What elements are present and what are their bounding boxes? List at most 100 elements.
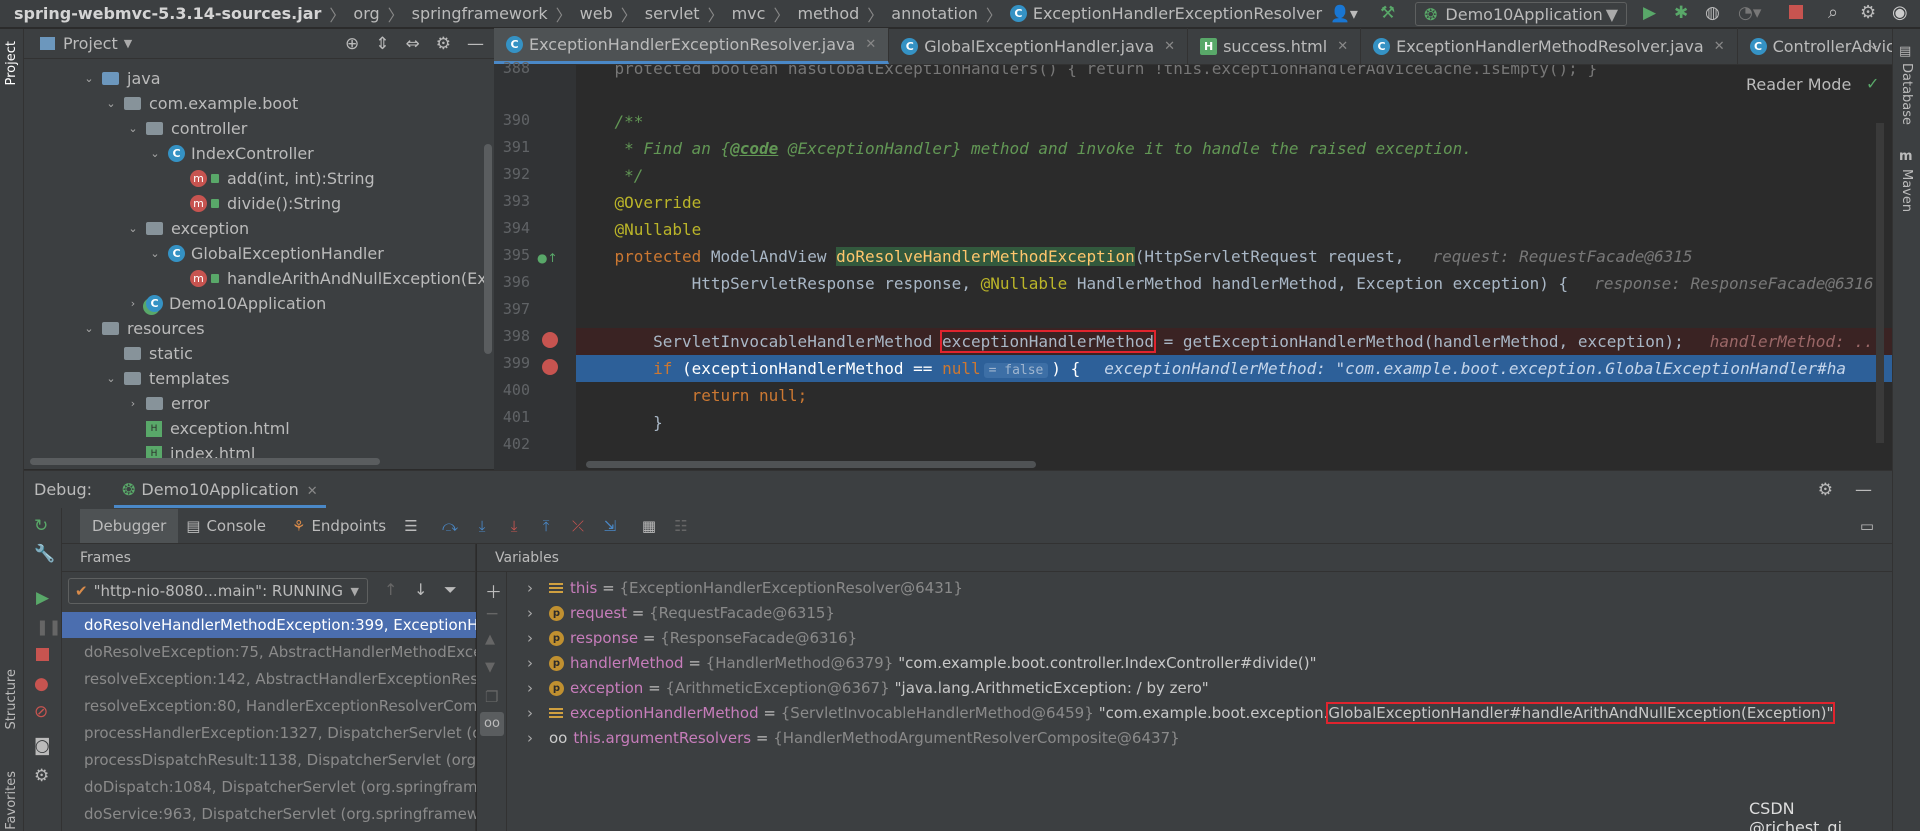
expand-all-icon[interactable]: ⇕ <box>375 34 389 54</box>
close-icon[interactable]: ✕ <box>1337 39 1348 54</box>
tree-item[interactable]: ⌄ resources <box>24 316 204 341</box>
chevron-down-icon[interactable]: ⌄ <box>104 97 118 110</box>
chevron-right-icon[interactable]: › <box>527 626 541 651</box>
view-breakpoints-icon[interactable]: ● <box>34 674 49 694</box>
breadcrumb-servlet[interactable]: servlet <box>645 4 700 23</box>
code-editor[interactable]: protected boolean hasGlobalExceptionHand… <box>576 65 1892 470</box>
close-icon[interactable]: ✕ <box>865 37 876 52</box>
tree-item[interactable]: › C Demo10Application <box>24 291 327 316</box>
variable-row[interactable]: › oo this.argumentResolvers = {HandlerMeth… <box>527 726 1180 751</box>
tree-item[interactable]: ⌄ C GlobalExceptionHandler <box>24 241 383 266</box>
search-icon[interactable]: ⌕ <box>1828 2 1838 23</box>
step-into-icon[interactable]: ⤓ <box>473 517 491 535</box>
chevron-down-icon[interactable]: ▼ <box>124 37 132 50</box>
tree-item[interactable]: › error <box>24 391 210 416</box>
reader-mode-toggle[interactable]: Reader Mode <box>1746 75 1851 94</box>
editor-tab[interactable]: Hsuccess.html ✕ <box>1188 28 1362 64</box>
force-step-into-icon[interactable]: ⤓ <box>505 517 523 535</box>
editor-tab[interactable]: C GlobalExceptionHandler.java ✕ <box>889 28 1189 64</box>
tree-scrollbar[interactable] <box>484 144 492 354</box>
breadcrumb-mvc[interactable]: mvc <box>732 4 766 23</box>
filter-icon[interactable]: ⏷ <box>444 580 457 600</box>
stack-frame[interactable]: doDispatch:1084, DispatcherServlet (org.… <box>62 774 476 800</box>
stack-frame[interactable]: resolveException:80, HandlerExceptionRes… <box>62 693 476 719</box>
tree-item[interactable]: ⌄ C IndexController <box>24 141 313 166</box>
structure-tool-tab[interactable]: Structure <box>4 669 19 729</box>
project-panel-title[interactable]: Project <box>63 34 118 53</box>
camera-icon[interactable]: ◙ <box>34 736 51 756</box>
variable-row[interactable]: › p request = {RequestFacade@6315} <box>527 601 835 626</box>
modify-config-icon[interactable]: 🔧 <box>34 544 55 564</box>
stack-frame[interactable]: doResolveHandlerMethodException:399, Exc… <box>62 612 476 638</box>
tree-item[interactable]: m divide():String <box>24 191 341 216</box>
breadcrumb-org[interactable]: org <box>353 4 379 23</box>
layout-settings-icon[interactable]: ▭ <box>1858 517 1876 535</box>
breakpoint-icon[interactable] <box>542 359 558 375</box>
project-tool-tab[interactable]: Project <box>4 41 19 85</box>
debug-icon[interactable]: ✱ <box>1674 3 1688 23</box>
stack-frame[interactable]: doResolveException:75, AbstractHandlerMe… <box>62 639 476 665</box>
tree-item[interactable]: ⌄ exception <box>24 216 249 241</box>
chevron-down-icon[interactable]: ⌄ <box>104 372 118 385</box>
editor-hscrollbar[interactable] <box>586 461 1036 468</box>
chevron-right-icon[interactable]: › <box>527 701 541 726</box>
gear-icon[interactable]: ⚙ <box>34 766 49 786</box>
build-hammer-icon[interactable]: ⚒ <box>1380 3 1395 23</box>
gear-icon[interactable]: ⚙ <box>1860 2 1876 23</box>
run-icon[interactable]: ▶ <box>1643 3 1656 23</box>
step-out-icon[interactable]: ⤒ <box>537 517 555 535</box>
tree-item[interactable]: ⌄ controller <box>24 116 247 141</box>
override-marker-icon[interactable]: ●↑ <box>537 251 558 265</box>
stack-frame[interactable]: resolveException:142, AbstractHandlerExc… <box>62 666 476 692</box>
variable-row[interactable]: › p exception = {ArithmeticException@6367}… <box>527 676 1209 701</box>
editor-vscrollbar[interactable] <box>1876 123 1884 443</box>
close-icon[interactable]: ✕ <box>307 484 318 499</box>
chevron-right-icon[interactable]: › <box>527 676 541 701</box>
editor-tab[interactable]: C ExceptionHandlerMethodResolver.java ✕ <box>1361 28 1738 64</box>
close-icon[interactable]: ✕ <box>1714 39 1725 54</box>
tree-hscrollbar[interactable] <box>30 458 380 465</box>
pause-icon[interactable]: ❚❚ <box>36 618 61 636</box>
profile-icon[interactable]: ◔▾ <box>1738 3 1761 23</box>
breadcrumb-jar[interactable]: spring-webmvc-5.3.14-sources.jar <box>14 4 321 23</box>
variable-row[interactable]: › exceptionHandlerMethod = {ServletInvoca… <box>527 701 1836 726</box>
arrow-down-icon[interactable]: ↓ <box>414 580 427 599</box>
drop-frame-icon[interactable]: ⤫ <box>569 517 587 535</box>
threads-list-icon[interactable]: ☰ <box>402 517 420 535</box>
step-over-icon[interactable]: ⤼ <box>441 517 459 535</box>
user-icon[interactable]: 👤▾ <box>1330 4 1358 23</box>
tabs-overflow-icon[interactable]: ⌄ <box>1868 37 1880 53</box>
tree-item[interactable]: ⌄ java <box>24 66 160 91</box>
tree-item[interactable]: ⌄ com.example.boot <box>24 91 298 116</box>
chevron-right-icon[interactable]: › <box>527 601 541 626</box>
debugger-tab[interactable]: Debugger <box>80 508 179 543</box>
arrow-up-icon[interactable]: ↑ <box>384 580 397 599</box>
chevron-right-icon[interactable]: › <box>527 726 541 751</box>
chevron-right-icon[interactable]: › <box>126 397 140 410</box>
endpoints-tab[interactable]: ⚘ Endpoints <box>292 517 386 535</box>
minimize-icon[interactable]: — <box>1855 480 1872 500</box>
locate-icon[interactable]: ⊕ <box>345 34 359 54</box>
mute-breakpoints-icon[interactable]: ⊘ <box>34 702 48 722</box>
evaluate-expression-icon[interactable]: ▦ <box>640 517 658 535</box>
update-icon[interactable]: ◉ <box>1892 2 1908 23</box>
collapse-all-icon[interactable]: ⇔ <box>406 34 420 54</box>
editor-gutter[interactable]: 388 390 391 392 393 394 395 396 397 398 … <box>494 59 576 470</box>
editor-tab[interactable]: C ExceptionHandlerExceptionResolver.java ✕ <box>494 28 890 64</box>
stop-icon[interactable] <box>36 648 49 661</box>
breadcrumb-annotation[interactable]: annotation <box>891 4 978 23</box>
minimize-icon[interactable]: — <box>467 34 484 54</box>
run-to-cursor-icon[interactable]: ⇲ <box>601 517 619 535</box>
tree-item[interactable]: static <box>24 341 193 366</box>
breadcrumb-method[interactable]: method <box>797 4 859 23</box>
tree-item[interactable]: m handleArithAndNullException(Ex <box>24 266 484 291</box>
breadcrumb-springframework[interactable]: springframework <box>412 4 548 23</box>
variable-row[interactable]: › this = {ExceptionHandlerExceptionResolv… <box>527 576 963 601</box>
gear-icon[interactable]: ⚙ <box>436 34 451 54</box>
rerun-icon[interactable]: ↻ <box>34 516 48 536</box>
chevron-down-icon[interactable]: ⌄ <box>126 222 140 235</box>
gear-icon[interactable]: ⚙ <box>1818 480 1833 500</box>
resume-icon[interactable]: ▶ <box>36 588 49 608</box>
tree-item[interactable]: m add(int, int):String <box>24 166 375 191</box>
run-configuration-select[interactable]: ❂ Demo10Application ▼ <box>1415 2 1627 26</box>
